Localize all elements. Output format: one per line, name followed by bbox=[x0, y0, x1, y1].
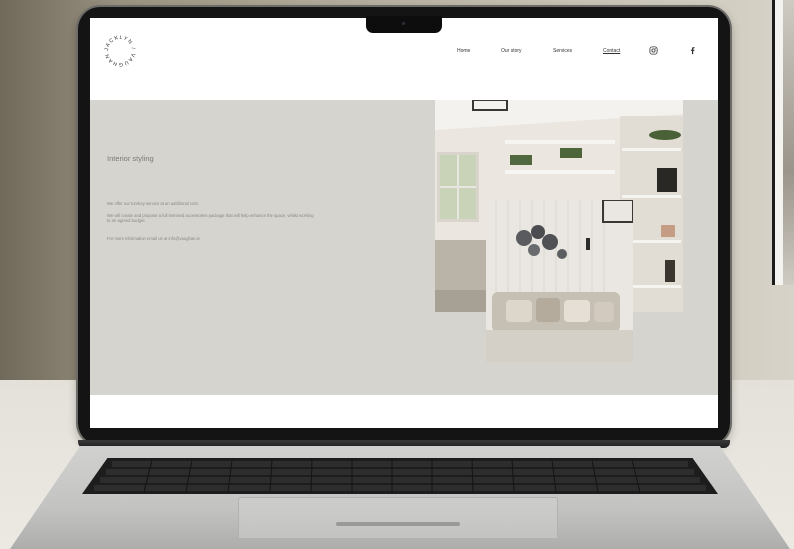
svg-text:JACKLYN / VAUGHAN: JACKLYN / VAUGHAN bbox=[104, 35, 136, 67]
logo-text: JACKLYN / VAUGHAN bbox=[104, 35, 135, 67]
laptop-front-notch bbox=[336, 522, 460, 526]
paragraph-1: We offer our turnkey service at an addit… bbox=[107, 201, 199, 206]
camera-notch bbox=[366, 16, 442, 33]
keyboard bbox=[82, 458, 718, 494]
footer-strip bbox=[90, 395, 718, 428]
content-section: Interior styling We offer our turnkey se… bbox=[90, 100, 718, 395]
paragraph-2: We will create and propose a full itemis… bbox=[107, 213, 314, 224]
section-title: Interior styling bbox=[107, 154, 154, 163]
paragraph-3: For more information email us at info@va… bbox=[107, 236, 200, 241]
logo[interactable]: JACKLYN / VAUGHAN bbox=[100, 31, 140, 71]
trackpad[interactable] bbox=[238, 497, 558, 538]
interior-photo-living-room bbox=[486, 200, 633, 362]
nav-services[interactable]: Services bbox=[553, 48, 572, 54]
instagram-icon[interactable] bbox=[649, 46, 658, 55]
laptop-screen: JACKLYN / VAUGHAN Home Our story Service… bbox=[90, 18, 718, 428]
background-picture-frame bbox=[772, 0, 794, 285]
facebook-icon[interactable] bbox=[688, 46, 697, 55]
nav-contact[interactable]: Contact bbox=[603, 48, 620, 54]
background-picture bbox=[783, 0, 794, 285]
nav-our-story[interactable]: Our story bbox=[501, 48, 522, 54]
nav-home[interactable]: Home bbox=[457, 48, 470, 54]
camera-icon bbox=[402, 22, 405, 25]
